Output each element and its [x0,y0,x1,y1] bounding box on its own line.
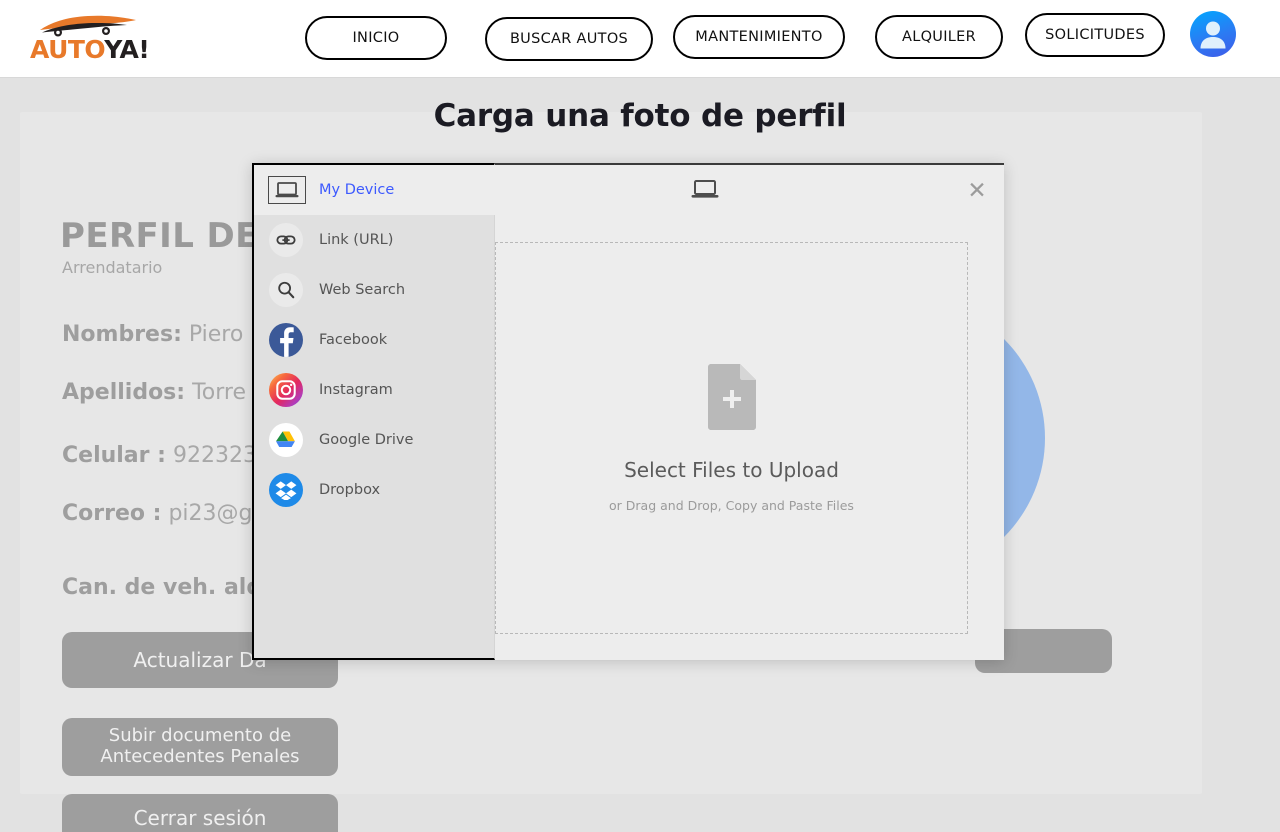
dropzone-subtitle: or Drag and Drop, Copy and Paste Files [609,497,854,513]
google-drive-icon [269,423,303,457]
subir-antecedentes-button[interactable]: Subir documento de Antecedentes Penales [62,718,338,776]
laptop-icon [268,176,306,204]
field-value: pi23@g [168,501,253,526]
upload-source-label: Google Drive [319,432,414,448]
nav-button-buscar-autos[interactable]: BUSCAR AUTOS [485,17,653,61]
nav-button-inicio[interactable]: INICIO [305,16,447,60]
cerrar-sesion-button[interactable]: Cerrar sesión [62,794,338,832]
upload-source-label: Facebook [319,332,388,348]
upload-source-instagram[interactable]: Instagram [254,365,495,415]
upload-source-facebook[interactable]: Facebook [254,315,495,365]
upload-source-web-search[interactable]: Web Search [254,265,495,315]
upload-source-google-drive[interactable]: Google Drive [254,415,495,465]
field-value: Piero [188,322,244,347]
field-label: Nombres: [62,322,182,347]
nav-button-group: INICIO BUSCAR AUTOS MANTENIMIENTO ALQUIL… [300,0,1180,78]
logo-word-auto: AUTO [30,35,105,64]
upload-modal: My Device Link (URL) Web Search Facebook… [252,163,1004,660]
field-value: 922323 [172,443,257,468]
logo-word-ya: YA! [104,35,150,64]
upload-main-panel: ✕ Select Files to Upload or Drag and Dro… [495,163,1004,660]
profile-field-cantidad-vehiculos: Can. de veh. alq [62,575,263,600]
field-label: Celular : [62,443,166,468]
link-icon [269,223,303,257]
app-root: AUTOYA! INICIO BUSCAR AUTOS MANTENIMIENT… [0,0,1280,832]
nav-button-alquiler[interactable]: ALQUILER [875,15,1003,59]
nav-button-mantenimiento[interactable]: MANTENIMIENTO [673,15,845,59]
page-title: Carga una foto de perfil [433,98,847,134]
upload-source-label: Web Search [319,282,406,298]
nav-button-solicitudes[interactable]: SOLICITUDES [1025,13,1165,57]
upload-source-my-device[interactable]: My Device [254,165,495,215]
user-avatar-button[interactable] [1190,11,1236,57]
user-avatar-icon [1200,21,1226,49]
field-label: Apellidos: [62,380,186,405]
search-icon [269,273,303,307]
autoya-logo[interactable]: AUTOYA! [30,12,150,64]
upload-modal-header: ✕ [495,165,1004,223]
profile-field-celular: Celular : 922323 [62,443,257,468]
upload-source-label: My Device [319,182,395,198]
upload-source-dropbox[interactable]: Dropbox [254,465,495,515]
profile-field-correo: Correo : pi23@g [62,501,253,526]
dropzone-title: Select Files to Upload [624,457,839,482]
profile-field-apellidos: Apellidos: Torre [62,380,246,405]
upload-source-label: Instagram [319,382,393,398]
dropbox-icon [269,473,303,507]
field-value: Torre [192,380,246,405]
upload-source-label: Link (URL) [319,232,394,248]
top-navigation-bar: AUTOYA! INICIO BUSCAR AUTOS MANTENIMIENT… [0,0,1280,78]
profile-role: Arrendatario [62,258,163,277]
upload-source-label: Dropbox [319,482,381,498]
instagram-icon [269,373,303,407]
upload-source-sidebar: My Device Link (URL) Web Search Facebook… [252,163,495,660]
file-dropzone[interactable]: Select Files to Upload or Drag and Drop,… [495,242,968,634]
upload-source-link-url[interactable]: Link (URL) [254,215,495,265]
laptop-icon [691,180,719,198]
file-plus-icon [707,363,756,430]
logo-wordmark: AUTOYA! [30,35,150,64]
profile-field-nombres: Nombres: Piero [62,322,243,347]
field-label: Correo : [62,501,162,526]
close-icon[interactable]: ✕ [963,177,991,205]
facebook-icon [269,323,303,357]
